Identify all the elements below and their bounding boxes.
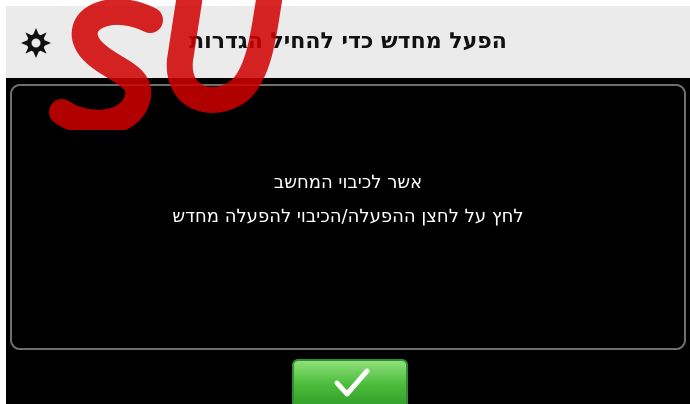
message-line-2: לחץ על לחצן ההפעלה/הכיבוי להפעלה מחדש — [172, 206, 524, 227]
message-panel: אשר לכיבוי המחשב לחץ על לחצן ההפעלה/הכיב… — [10, 84, 686, 350]
title-bar: הפעל מחדש כדי להחיל הגדרות — [6, 6, 690, 78]
page-title: הפעל מחדש כדי להחיל הגדרות — [189, 29, 507, 54]
message-line-1: אשר לכיבוי המחשב — [273, 172, 423, 193]
checkmark-icon — [334, 368, 370, 397]
gear-icon[interactable] — [20, 27, 52, 59]
confirm-button[interactable] — [292, 359, 408, 404]
